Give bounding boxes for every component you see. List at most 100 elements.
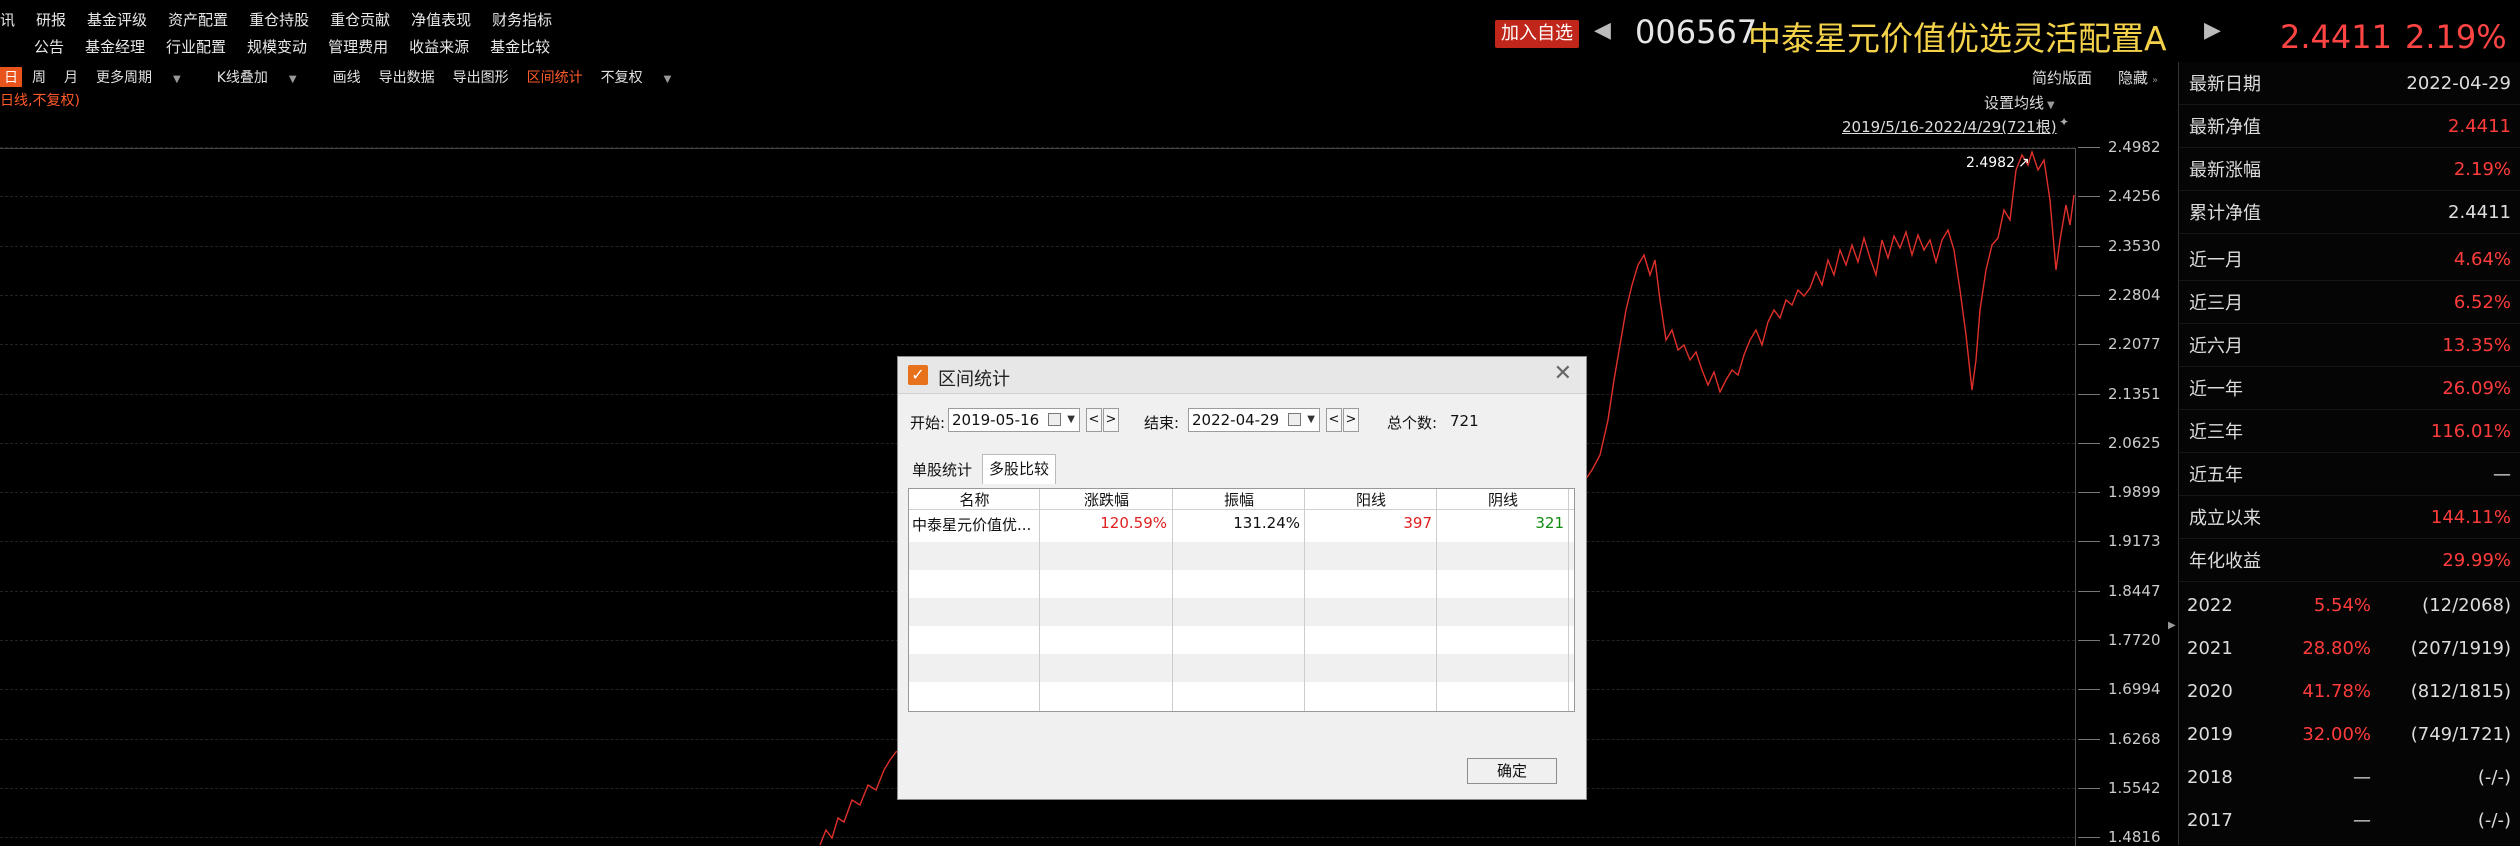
stat-row: 近六月 13.35% bbox=[2179, 324, 2520, 367]
stat-label: 近五年 bbox=[2189, 465, 2243, 486]
start-next-button[interactable]: > bbox=[1103, 408, 1119, 432]
stat-label: 近一年 bbox=[2189, 379, 2243, 400]
y-tick-label: 2.0625 bbox=[2108, 433, 2161, 452]
header-name[interactable]: 名称 bbox=[909, 489, 1040, 509]
year-label: 2018 bbox=[2187, 767, 2233, 788]
end-next-button[interactable]: > bbox=[1343, 408, 1359, 432]
count-value: 721 bbox=[1450, 412, 1479, 430]
y-tick-mark bbox=[2078, 590, 2100, 592]
end-prev-button[interactable]: < bbox=[1326, 408, 1342, 432]
y-tick-mark bbox=[2078, 492, 2100, 494]
stat-label: 累计净值 bbox=[2189, 203, 2261, 224]
start-prev-button[interactable]: < bbox=[1086, 408, 1102, 432]
stat-row: 成立以来 144.11% bbox=[2179, 496, 2520, 539]
calendar-icon[interactable] bbox=[1048, 413, 1061, 426]
y-tick-label: 1.8447 bbox=[2108, 581, 2161, 600]
y-tick-mark bbox=[2078, 294, 2100, 296]
year-return: — bbox=[2353, 810, 2371, 831]
arrow-icon: ↗ bbox=[2018, 155, 2030, 171]
year-rank: (-/-) bbox=[2477, 767, 2511, 788]
next-fund-arrow-icon[interactable]: ▶ bbox=[2204, 18, 2221, 43]
y-tick-mark bbox=[2078, 147, 2100, 148]
check-icon: ✓ bbox=[908, 365, 928, 385]
y-tick-mark bbox=[2078, 640, 2100, 641]
stat-row: 近一月 4.64% bbox=[2179, 238, 2520, 281]
stat-value: 2.4411 bbox=[2448, 115, 2511, 137]
dialog-title: 区间统计 bbox=[938, 369, 1010, 390]
header-up[interactable]: 阳线 bbox=[1305, 489, 1437, 509]
year-row: 2021 28.80% (207/1919) bbox=[2179, 628, 2520, 671]
year-return: 32.00% bbox=[2302, 724, 2371, 745]
stat-value: 13.35% bbox=[2442, 334, 2511, 356]
ok-button[interactable]: 确定 bbox=[1467, 758, 1557, 784]
header-down[interactable]: 阴线 bbox=[1437, 489, 1569, 509]
year-return: 28.80% bbox=[2302, 638, 2371, 659]
stat-value: 6.52% bbox=[2453, 291, 2511, 313]
cell-down[interactable]: 321 bbox=[1437, 514, 1564, 532]
header-change-value: 2.19% bbox=[2405, 18, 2507, 56]
y-tick-mark bbox=[2078, 393, 2100, 395]
end-date-input[interactable]: 2022-04-29 ▼ bbox=[1188, 408, 1320, 432]
y-tick-label: 1.6268 bbox=[2108, 729, 2161, 748]
y-tick-label: 2.3530 bbox=[2108, 236, 2161, 255]
stat-value: 4.64% bbox=[2453, 248, 2511, 270]
stat-value: 2022-04-29 bbox=[2406, 72, 2511, 94]
max-value-label: 2.4982 ↗ bbox=[1966, 155, 2030, 171]
hide-panel-label: 隐藏 bbox=[2118, 69, 2149, 87]
chevron-down-icon[interactable]: ▼ bbox=[1067, 409, 1075, 431]
stat-value: 29.99% bbox=[2442, 549, 2511, 571]
y-tick-mark bbox=[2078, 837, 2100, 839]
chevron-down-icon[interactable]: ▼ bbox=[1307, 409, 1315, 431]
stat-row: 累计净值 2.4411 bbox=[2179, 191, 2520, 234]
year-row: 2022 5.54% (12/2068) bbox=[2179, 585, 2520, 628]
stat-label: 最新净值 bbox=[2189, 117, 2261, 138]
stat-value: 26.09% bbox=[2442, 377, 2511, 399]
y-tick-mark bbox=[2078, 738, 2100, 740]
year-label: 2021 bbox=[2187, 638, 2233, 659]
tab-multi-compare[interactable]: 多股比较 bbox=[982, 454, 1057, 484]
year-rank: (12/2068) bbox=[2422, 595, 2511, 616]
year-label: 2019 bbox=[2187, 724, 2233, 745]
cell-change[interactable]: 120.59% bbox=[1040, 514, 1167, 532]
header-divider bbox=[909, 509, 1574, 510]
stat-label: 近一月 bbox=[2189, 250, 2243, 271]
y-tick-mark bbox=[2078, 442, 2100, 444]
start-date-value: 2019-05-16 bbox=[952, 411, 1040, 429]
header-change[interactable]: 涨跌幅 bbox=[1040, 489, 1173, 509]
stat-label: 年化收益 bbox=[2189, 551, 2261, 572]
y-tick-label: 1.9173 bbox=[2108, 532, 2161, 551]
stat-label: 近三年 bbox=[2189, 422, 2243, 443]
year-row: 2017 — (-/-) bbox=[2179, 800, 2520, 843]
year-rank: (812/1815) bbox=[2410, 681, 2511, 702]
y-tick-label: 1.5542 bbox=[2108, 778, 2161, 797]
stat-value: 2.4411 bbox=[2448, 201, 2511, 223]
stat-row: 近一年 26.09% bbox=[2179, 367, 2520, 410]
collapse-icon: » bbox=[2152, 75, 2159, 86]
stat-row: 最新日期 2022-04-29 bbox=[2179, 62, 2520, 105]
y-tick-label: 2.4982 bbox=[2108, 138, 2161, 156]
cell-up[interactable]: 397 bbox=[1305, 514, 1432, 532]
stat-row: 近五年 — bbox=[2179, 453, 2520, 496]
interval-stats-dialog: ✓ 区间统计 ✕ 开始: 2019-05-16 ▼ < > 结束: 2022-0… bbox=[897, 356, 1587, 800]
collapse-arrow-icon[interactable]: ▶ bbox=[2168, 620, 2176, 631]
right-stats-panel: 最新日期 2022-04-29 最新净值 2.4411 最新涨幅 2.19% 累计净值 2.4… bbox=[2178, 62, 2520, 845]
y-tick-mark bbox=[2078, 344, 2100, 346]
year-row: 2018 — (-/-) bbox=[2179, 757, 2520, 800]
cell-amplitude[interactable]: 131.24% bbox=[1173, 514, 1300, 532]
calendar-icon[interactable] bbox=[1288, 413, 1301, 426]
stat-row: 最新净值 2.4411 bbox=[2179, 105, 2520, 148]
y-tick-label: 1.9899 bbox=[2108, 483, 2161, 502]
cell-name[interactable]: 中泰星元价值优... bbox=[912, 514, 1031, 535]
y-tick-label: 1.7720 bbox=[2108, 631, 2161, 649]
stats-table: 名称 涨跌幅 振幅 阳线 阴线 中泰星元价值优... 120.59% 131.2… bbox=[908, 488, 1575, 712]
close-icon[interactable]: ✕ bbox=[1554, 361, 1572, 386]
stat-label: 成立以来 bbox=[2189, 508, 2261, 529]
hide-panel-button[interactable]: 隐藏» bbox=[2118, 67, 2158, 88]
y-tick-mark bbox=[2078, 196, 2100, 198]
start-date-input[interactable]: 2019-05-16 ▼ bbox=[948, 408, 1080, 432]
stat-row: 最新涨幅 2.19% bbox=[2179, 148, 2520, 191]
tab-single-stats[interactable]: 单股统计 bbox=[906, 457, 978, 483]
stat-label: 最新日期 bbox=[2189, 74, 2261, 95]
dialog-titlebar[interactable]: ✓ 区间统计 ✕ bbox=[898, 357, 1586, 394]
header-amplitude[interactable]: 振幅 bbox=[1173, 489, 1305, 509]
